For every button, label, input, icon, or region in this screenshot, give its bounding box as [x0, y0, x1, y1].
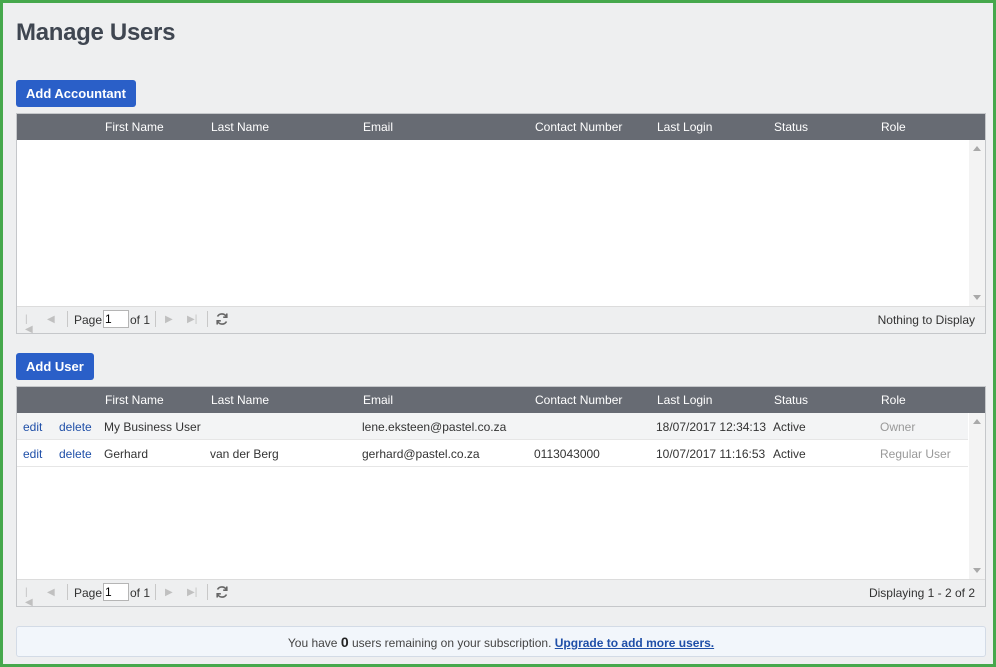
- notice-prefix: You have: [287, 636, 338, 650]
- cell-status: Active: [773, 420, 806, 434]
- page-frame: Manage Users Add Accountant First Name L…: [0, 0, 996, 667]
- users-grid: First Name Last Name Email Contact Numbe…: [16, 386, 986, 608]
- next-page-icon[interactable]: ▶: [165, 315, 175, 325]
- cell-last-login: 10/07/2017 11:16:53: [656, 447, 766, 461]
- accountants-grid-body: [17, 140, 985, 306]
- refresh-icon[interactable]: [215, 585, 229, 599]
- first-page-icon[interactable]: |◀: [25, 588, 35, 608]
- pager-separator: [155, 584, 156, 600]
- scroll-down-icon[interactable]: [973, 295, 981, 300]
- page-of-label: of 1: [130, 313, 151, 327]
- page-number-input[interactable]: [103, 583, 129, 601]
- cell-first-name: My Business User: [104, 420, 201, 434]
- users-scrollbar[interactable]: [969, 413, 985, 579]
- upgrade-link[interactable]: Upgrade to add more users.: [555, 636, 714, 650]
- cell-status: Active: [773, 447, 806, 461]
- cell-contact-number: 0113043000: [534, 447, 600, 461]
- cell-email: lene.eksteen@pastel.co.za: [362, 420, 507, 434]
- col-contact-number[interactable]: Contact Number: [535, 393, 622, 407]
- prev-page-icon[interactable]: ◀: [47, 588, 57, 598]
- scroll-down-icon[interactable]: [973, 568, 981, 573]
- pager-separator: [67, 584, 68, 600]
- add-user-button[interactable]: Add User: [16, 353, 94, 380]
- pager-separator: [67, 311, 68, 327]
- subscription-notice: You have 0 users remaining on your subsc…: [16, 626, 986, 657]
- pager-display-text: Nothing to Display: [877, 313, 975, 327]
- accountants-scrollbar[interactable]: [969, 140, 985, 306]
- col-role[interactable]: Role: [881, 393, 906, 407]
- next-page-icon[interactable]: ▶: [165, 588, 175, 598]
- col-status[interactable]: Status: [774, 120, 808, 134]
- pager-separator: [155, 311, 156, 327]
- page-of-label: of 1: [130, 586, 151, 600]
- col-status[interactable]: Status: [774, 393, 808, 407]
- page-number-input[interactable]: [103, 310, 129, 328]
- accountants-pager: |◀ ◀ Page of 1 ▶ ▶| Nothing to Display: [17, 306, 985, 335]
- cell-last-name: van der Berg: [210, 447, 279, 461]
- pager-display-text: Displaying 1 - 2 of 2: [868, 586, 975, 600]
- col-first-name[interactable]: First Name: [105, 393, 164, 407]
- col-email[interactable]: Email: [363, 120, 393, 134]
- delete-link[interactable]: delete: [59, 447, 92, 461]
- accountants-grid: First Name Last Name Email Contact Numbe…: [16, 113, 986, 335]
- notice-suffix: users remaining on your subscription.: [351, 636, 552, 650]
- col-last-login[interactable]: Last Login: [657, 393, 712, 407]
- cell-first-name: Gerhard: [104, 447, 149, 461]
- add-accountant-button[interactable]: Add Accountant: [16, 80, 136, 107]
- cell-role: Owner: [880, 420, 916, 434]
- col-contact-number[interactable]: Contact Number: [535, 120, 622, 134]
- users-pager: |◀ ◀ Page of 1 ▶ ▶| Displaying 1 - 2 of …: [17, 579, 985, 608]
- last-page-icon[interactable]: ▶|: [187, 315, 197, 325]
- col-first-name[interactable]: First Name: [105, 120, 164, 134]
- col-email[interactable]: Email: [363, 393, 393, 407]
- last-page-icon[interactable]: ▶|: [187, 588, 197, 598]
- cell-role: Regular User: [880, 447, 951, 461]
- col-last-login[interactable]: Last Login: [657, 120, 712, 134]
- remaining-users-count: 0: [340, 634, 349, 650]
- edit-link[interactable]: edit: [23, 420, 42, 434]
- delete-link[interactable]: delete: [59, 420, 92, 434]
- users-grid-body: edit delete My Business User lene.ekstee…: [17, 413, 985, 579]
- table-row[interactable]: edit delete Gerhard van der Berg gerhard…: [17, 440, 968, 467]
- table-row[interactable]: edit delete My Business User lene.ekstee…: [17, 413, 968, 440]
- scroll-up-icon[interactable]: [973, 419, 981, 424]
- scroll-up-icon[interactable]: [973, 146, 981, 151]
- pager-separator: [207, 311, 208, 327]
- cell-last-login: 18/07/2017 12:34:13: [656, 420, 767, 434]
- page-label: Page: [74, 313, 103, 327]
- page-title: Manage Users: [16, 19, 176, 46]
- refresh-icon[interactable]: [215, 312, 229, 326]
- cell-email: gerhard@pastel.co.za: [362, 447, 480, 461]
- prev-page-icon[interactable]: ◀: [47, 315, 57, 325]
- col-role[interactable]: Role: [881, 120, 906, 134]
- edit-link[interactable]: edit: [23, 447, 42, 461]
- users-grid-header: First Name Last Name Email Contact Numbe…: [17, 387, 985, 413]
- first-page-icon[interactable]: |◀: [25, 315, 35, 335]
- col-last-name[interactable]: Last Name: [211, 393, 269, 407]
- page-label: Page: [74, 586, 103, 600]
- col-last-name[interactable]: Last Name: [211, 120, 269, 134]
- pager-separator: [207, 584, 208, 600]
- accountants-grid-header: First Name Last Name Email Contact Numbe…: [17, 114, 985, 140]
